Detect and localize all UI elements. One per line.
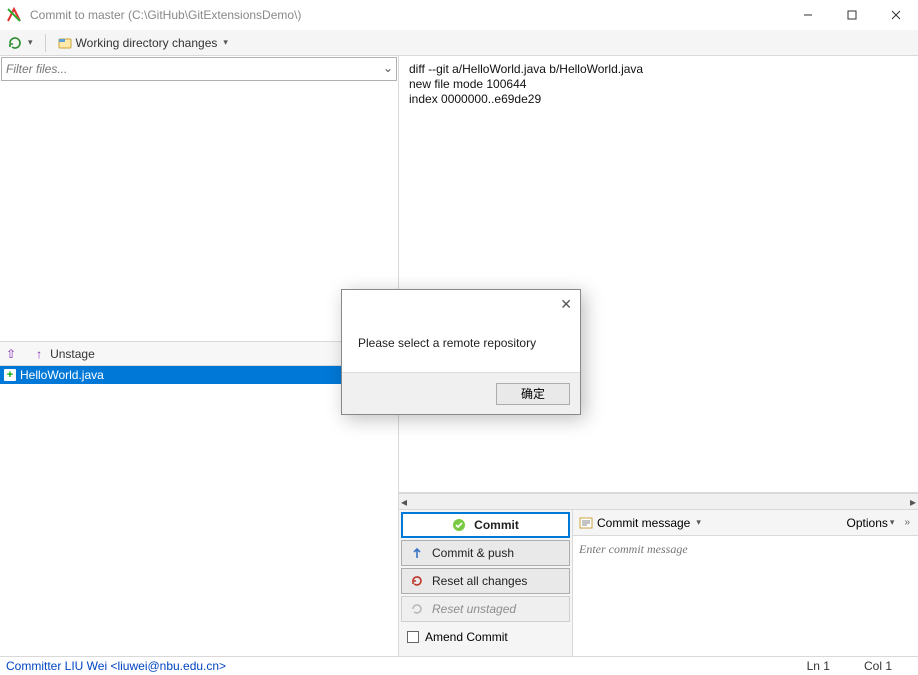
app-icon [6,7,22,23]
window-title: Commit to master (C:\GitHub\GitExtension… [28,8,786,22]
commit-message-dropdown[interactable]: Commit message ▾ [579,516,701,530]
commit-area: Commit Commit & push Reset all changes R… [399,510,918,656]
minimize-button[interactable] [786,0,830,30]
checkbox-icon [407,631,419,643]
working-dir-dropdown[interactable]: Working directory changes ▾ [54,32,232,54]
dialog-message: Please select a remote repository [342,318,580,372]
stage-toolbar: ⇧ ↑ Unstage ↓ St [0,342,398,366]
refresh-button[interactable]: ▾ [4,32,37,54]
commit-and-push-button[interactable]: Commit & push [401,540,570,566]
added-icon: + [4,369,16,381]
scroll-right-icon[interactable]: ▸ [910,495,916,509]
staged-file-list[interactable]: + HelloWorld.java [0,366,398,656]
commit-message-toolbar: Commit message ▾ Options ▾ » [573,510,918,536]
amend-commit-checkbox[interactable]: Amend Commit [401,624,570,650]
maximize-button[interactable] [830,0,874,30]
working-dir-label: Working directory changes [76,36,218,50]
diff-hscrollbar[interactable]: ◂ ▸ [399,493,918,510]
diff-viewer[interactable]: diff --git a/HelloWorld.java b/HelloWorl… [399,56,918,493]
file-name: HelloWorld.java [20,368,104,382]
status-bar: Committer LIU Wei <liuwei@nbu.edu.cn> Ln… [0,656,918,675]
left-pane: ⌄ ⇧ ↑ Unstage ↓ St + HelloWorld.java [0,56,399,656]
unstage-icon[interactable]: ↑ [36,347,42,361]
unstage-label[interactable]: Unstage [50,347,95,361]
scroll-left-icon[interactable]: ◂ [401,495,407,509]
filter-files-field[interactable]: ⌄ [1,57,397,81]
filter-dropdown-icon[interactable]: ⌄ [383,61,393,75]
options-dropdown[interactable]: Options ▾ [847,516,895,530]
alert-dialog: ✕ Please select a remote repository 确定 [341,289,581,415]
window-titlebar: Commit to master (C:\GitHub\GitExtension… [0,0,918,30]
reset-unstaged-button: Reset unstaged [401,596,570,622]
filter-input[interactable] [2,58,396,80]
cursor-line: Ln 1 [807,659,830,673]
main-toolbar: ▾ Working directory changes ▾ [0,30,918,56]
reset-all-button[interactable]: Reset all changes [401,568,570,594]
cursor-col: Col 1 [864,659,892,673]
commit-button[interactable]: Commit [401,512,570,538]
close-button[interactable] [874,0,918,30]
commit-message-input[interactable] [573,536,918,656]
commit-button-panel: Commit Commit & push Reset all changes R… [399,510,573,656]
unstage-all-icon[interactable]: ⇧ [6,347,16,361]
dialog-ok-button[interactable]: 确定 [496,383,570,405]
committer-label[interactable]: Committer LIU Wei <liuwei@nbu.edu.cn> [6,659,226,673]
commit-message-panel: Commit message ▾ Options ▾ » [573,510,918,656]
unstaged-file-list[interactable] [0,82,398,342]
dialog-close-button[interactable]: ✕ [560,296,572,313]
overflow-icon[interactable]: » [900,517,912,528]
list-item[interactable]: + HelloWorld.java [0,366,398,384]
